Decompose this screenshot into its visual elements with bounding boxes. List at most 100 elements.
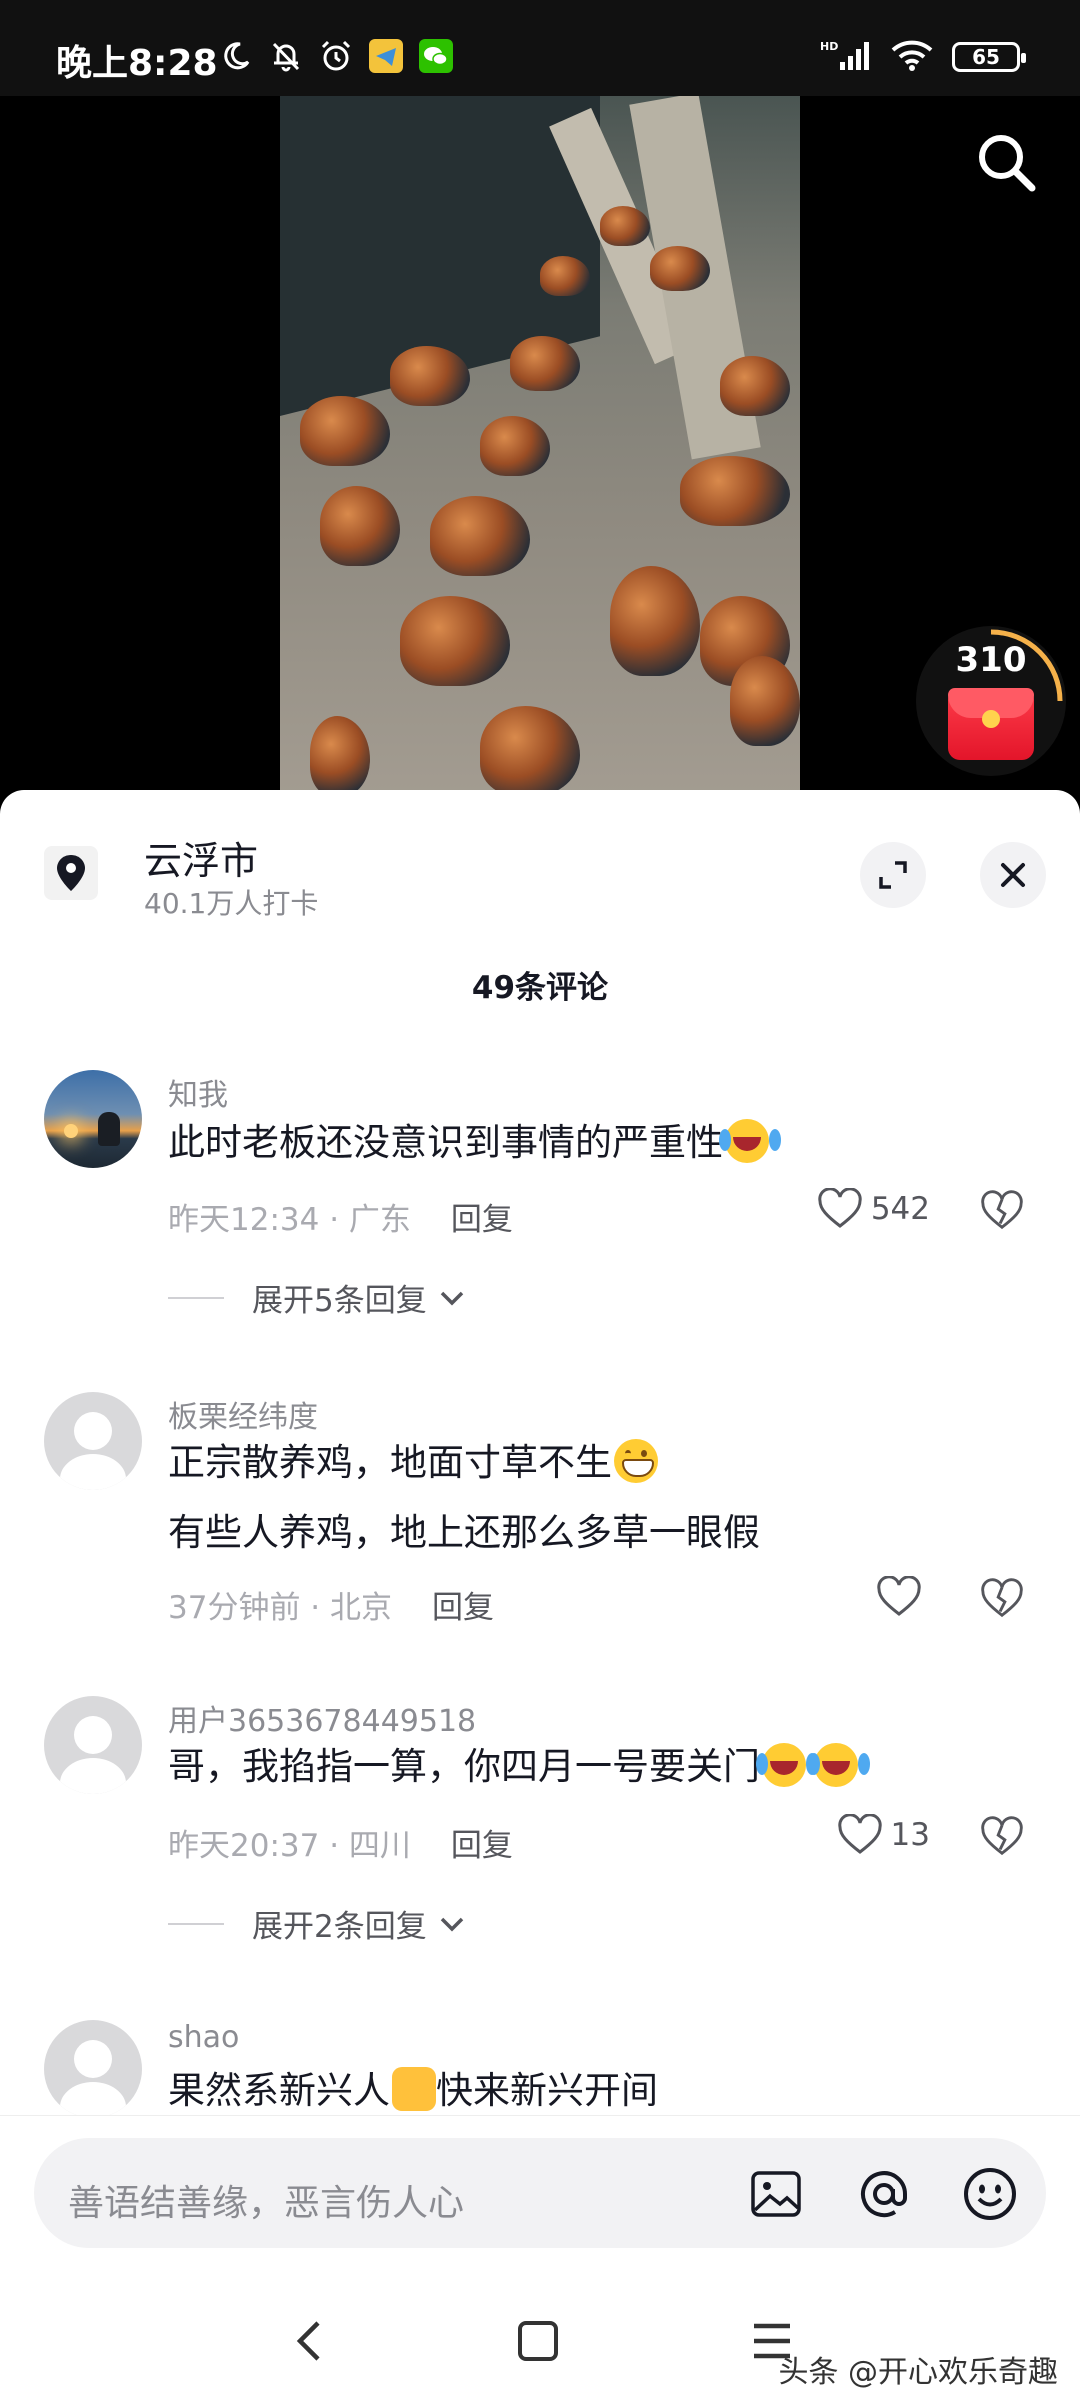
location-name: 云浮市	[144, 839, 259, 883]
crying-laughing-emoji	[719, 1119, 769, 1163]
avatar[interactable]	[44, 1070, 142, 1168]
comment-username[interactable]: 用户3653678449518	[168, 1696, 476, 1740]
expand-button[interactable]	[860, 842, 926, 908]
like-count: 542	[870, 1191, 930, 1227]
comment-input-bar: 善语结善缘，恶言伤人心	[0, 2115, 1080, 2275]
moon-icon	[218, 38, 254, 74]
home-square-icon	[518, 2321, 558, 2361]
comment-region: 四川	[348, 1828, 411, 1864]
comment-text: 果然系新兴人 快来新兴开间	[168, 2067, 658, 2112]
location-checkins: 40.1万人打卡	[144, 887, 319, 920]
comment-count: 49条评论	[471, 970, 609, 1006]
heart-icon	[877, 1576, 921, 1616]
back-icon	[296, 2321, 320, 2361]
crying-laughing-emoji	[808, 1743, 858, 1787]
bell-off-icon	[268, 38, 304, 74]
comment-text: 哥，我掐指一算，你四月一号要关门	[168, 1742, 858, 1792]
red-envelope-icon	[948, 688, 1034, 760]
emoji-button[interactable]	[962, 2166, 1018, 2222]
comment-meta: 昨天20:37 · 四川 回复	[168, 1828, 513, 1864]
expand-replies-button[interactable]: 展开2条回复	[168, 1901, 465, 1946]
telegram-icon	[368, 38, 404, 74]
broken-heart-icon	[981, 1578, 1023, 1618]
grinning-emoji	[614, 1439, 658, 1483]
chevron-down-icon	[440, 1291, 463, 1305]
video-chicken	[610, 566, 700, 676]
red-envelope-count: 310	[955, 640, 1027, 680]
comment-meta: 昨天12:34 · 广东 回复	[168, 1202, 513, 1238]
video-chicken	[720, 356, 790, 416]
comment-input[interactable]: 善语结善缘，恶言伤人心	[34, 2138, 1046, 2248]
heart-icon	[837, 1814, 882, 1854]
thumbs-up-emoji	[392, 2067, 436, 2111]
status-notification-icons	[218, 38, 454, 74]
video-chicken	[480, 416, 550, 476]
video-chicken	[310, 716, 370, 796]
like-button[interactable]: 13	[837, 1814, 930, 1856]
video-chicken	[320, 486, 400, 566]
like-count: 13	[890, 1817, 930, 1853]
wifi-icon	[890, 38, 934, 76]
comment-text: 此时老板还没意识到事情的严重性	[168, 1118, 769, 1168]
video-chicken	[650, 246, 710, 291]
comment-region: 北京	[330, 1590, 393, 1626]
expand-replies-button[interactable]: 展开5条回复	[168, 1275, 465, 1320]
dislike-button[interactable]	[980, 1816, 1024, 1860]
comment-time: 昨天20:37	[168, 1828, 320, 1864]
comment-region: 广东	[348, 1202, 411, 1238]
video-chicken	[600, 206, 650, 246]
crying-laughing-emoji	[756, 1743, 806, 1787]
red-envelope-widget[interactable]: 310	[916, 626, 1066, 776]
wechat-icon	[418, 38, 454, 74]
like-button[interactable]: 542	[817, 1188, 930, 1230]
search-button[interactable]	[968, 124, 1044, 200]
back-button[interactable]	[278, 2311, 338, 2371]
reply-button[interactable]: 回复	[451, 1202, 513, 1238]
svg-text:HD: HD	[820, 40, 838, 53]
reply-button[interactable]: 回复	[451, 1828, 513, 1864]
video-chicken	[300, 396, 390, 466]
reply-button[interactable]: 回复	[432, 1590, 494, 1626]
battery-indicator: 65	[952, 42, 1026, 72]
comment-username[interactable]: shao	[168, 2020, 239, 2055]
home-button[interactable]	[508, 2311, 568, 2371]
video-chicken	[510, 336, 580, 391]
comment-username[interactable]: 知我	[168, 1070, 228, 1114]
broken-heart-icon	[981, 1816, 1023, 1856]
like-button[interactable]	[876, 1576, 930, 1618]
avatar[interactable]	[44, 2020, 142, 2118]
expand-icon	[879, 861, 907, 889]
dislike-button[interactable]	[980, 1578, 1024, 1622]
comment-input-placeholder[interactable]: 善语结善缘，恶言伤人心	[68, 2174, 464, 2226]
video-chicken	[480, 706, 580, 796]
avatar[interactable]	[44, 1392, 142, 1490]
comment-username[interactable]: 板栗经纬度	[168, 1392, 318, 1436]
status-time: 晚上8:28	[56, 43, 218, 84]
image-button[interactable]	[748, 2166, 804, 2222]
search-icon	[979, 135, 1036, 192]
comment-time: 37分钟前	[168, 1590, 301, 1626]
video-chicken	[540, 256, 590, 296]
dislike-button[interactable]	[980, 1190, 1024, 1234]
close-button[interactable]	[980, 842, 1046, 908]
close-icon	[1001, 863, 1025, 887]
system-navigation-bar: 头条 @开心欢乐奇趣	[0, 2275, 1080, 2400]
chevron-down-icon	[440, 1917, 463, 1931]
video-chicken	[680, 456, 790, 526]
watermark: 头条 @开心欢乐奇趣	[778, 2355, 1058, 2390]
video-chicken	[730, 656, 800, 746]
broken-heart-icon	[981, 1190, 1023, 1230]
video-player[interactable]: 310	[0, 96, 1080, 796]
comment-text-line2: 有些人养鸡，地上还那么多草一眼假	[168, 1511, 760, 1554]
video-frame[interactable]	[280, 96, 800, 796]
location-header[interactable]: 云浮市 40.1万人打卡	[0, 790, 1080, 920]
status-bar: 晚上8:28 HD 65	[0, 0, 1080, 96]
comment-meta: 37分钟前 · 北京 回复	[168, 1590, 495, 1626]
mention-button[interactable]	[856, 2166, 912, 2222]
video-chicken	[430, 496, 530, 576]
comment-time: 昨天12:34	[168, 1202, 320, 1238]
location-pin-icon	[44, 846, 98, 900]
video-chicken	[400, 596, 510, 686]
at-sign-icon	[861, 2171, 907, 2218]
avatar[interactable]	[44, 1696, 142, 1794]
